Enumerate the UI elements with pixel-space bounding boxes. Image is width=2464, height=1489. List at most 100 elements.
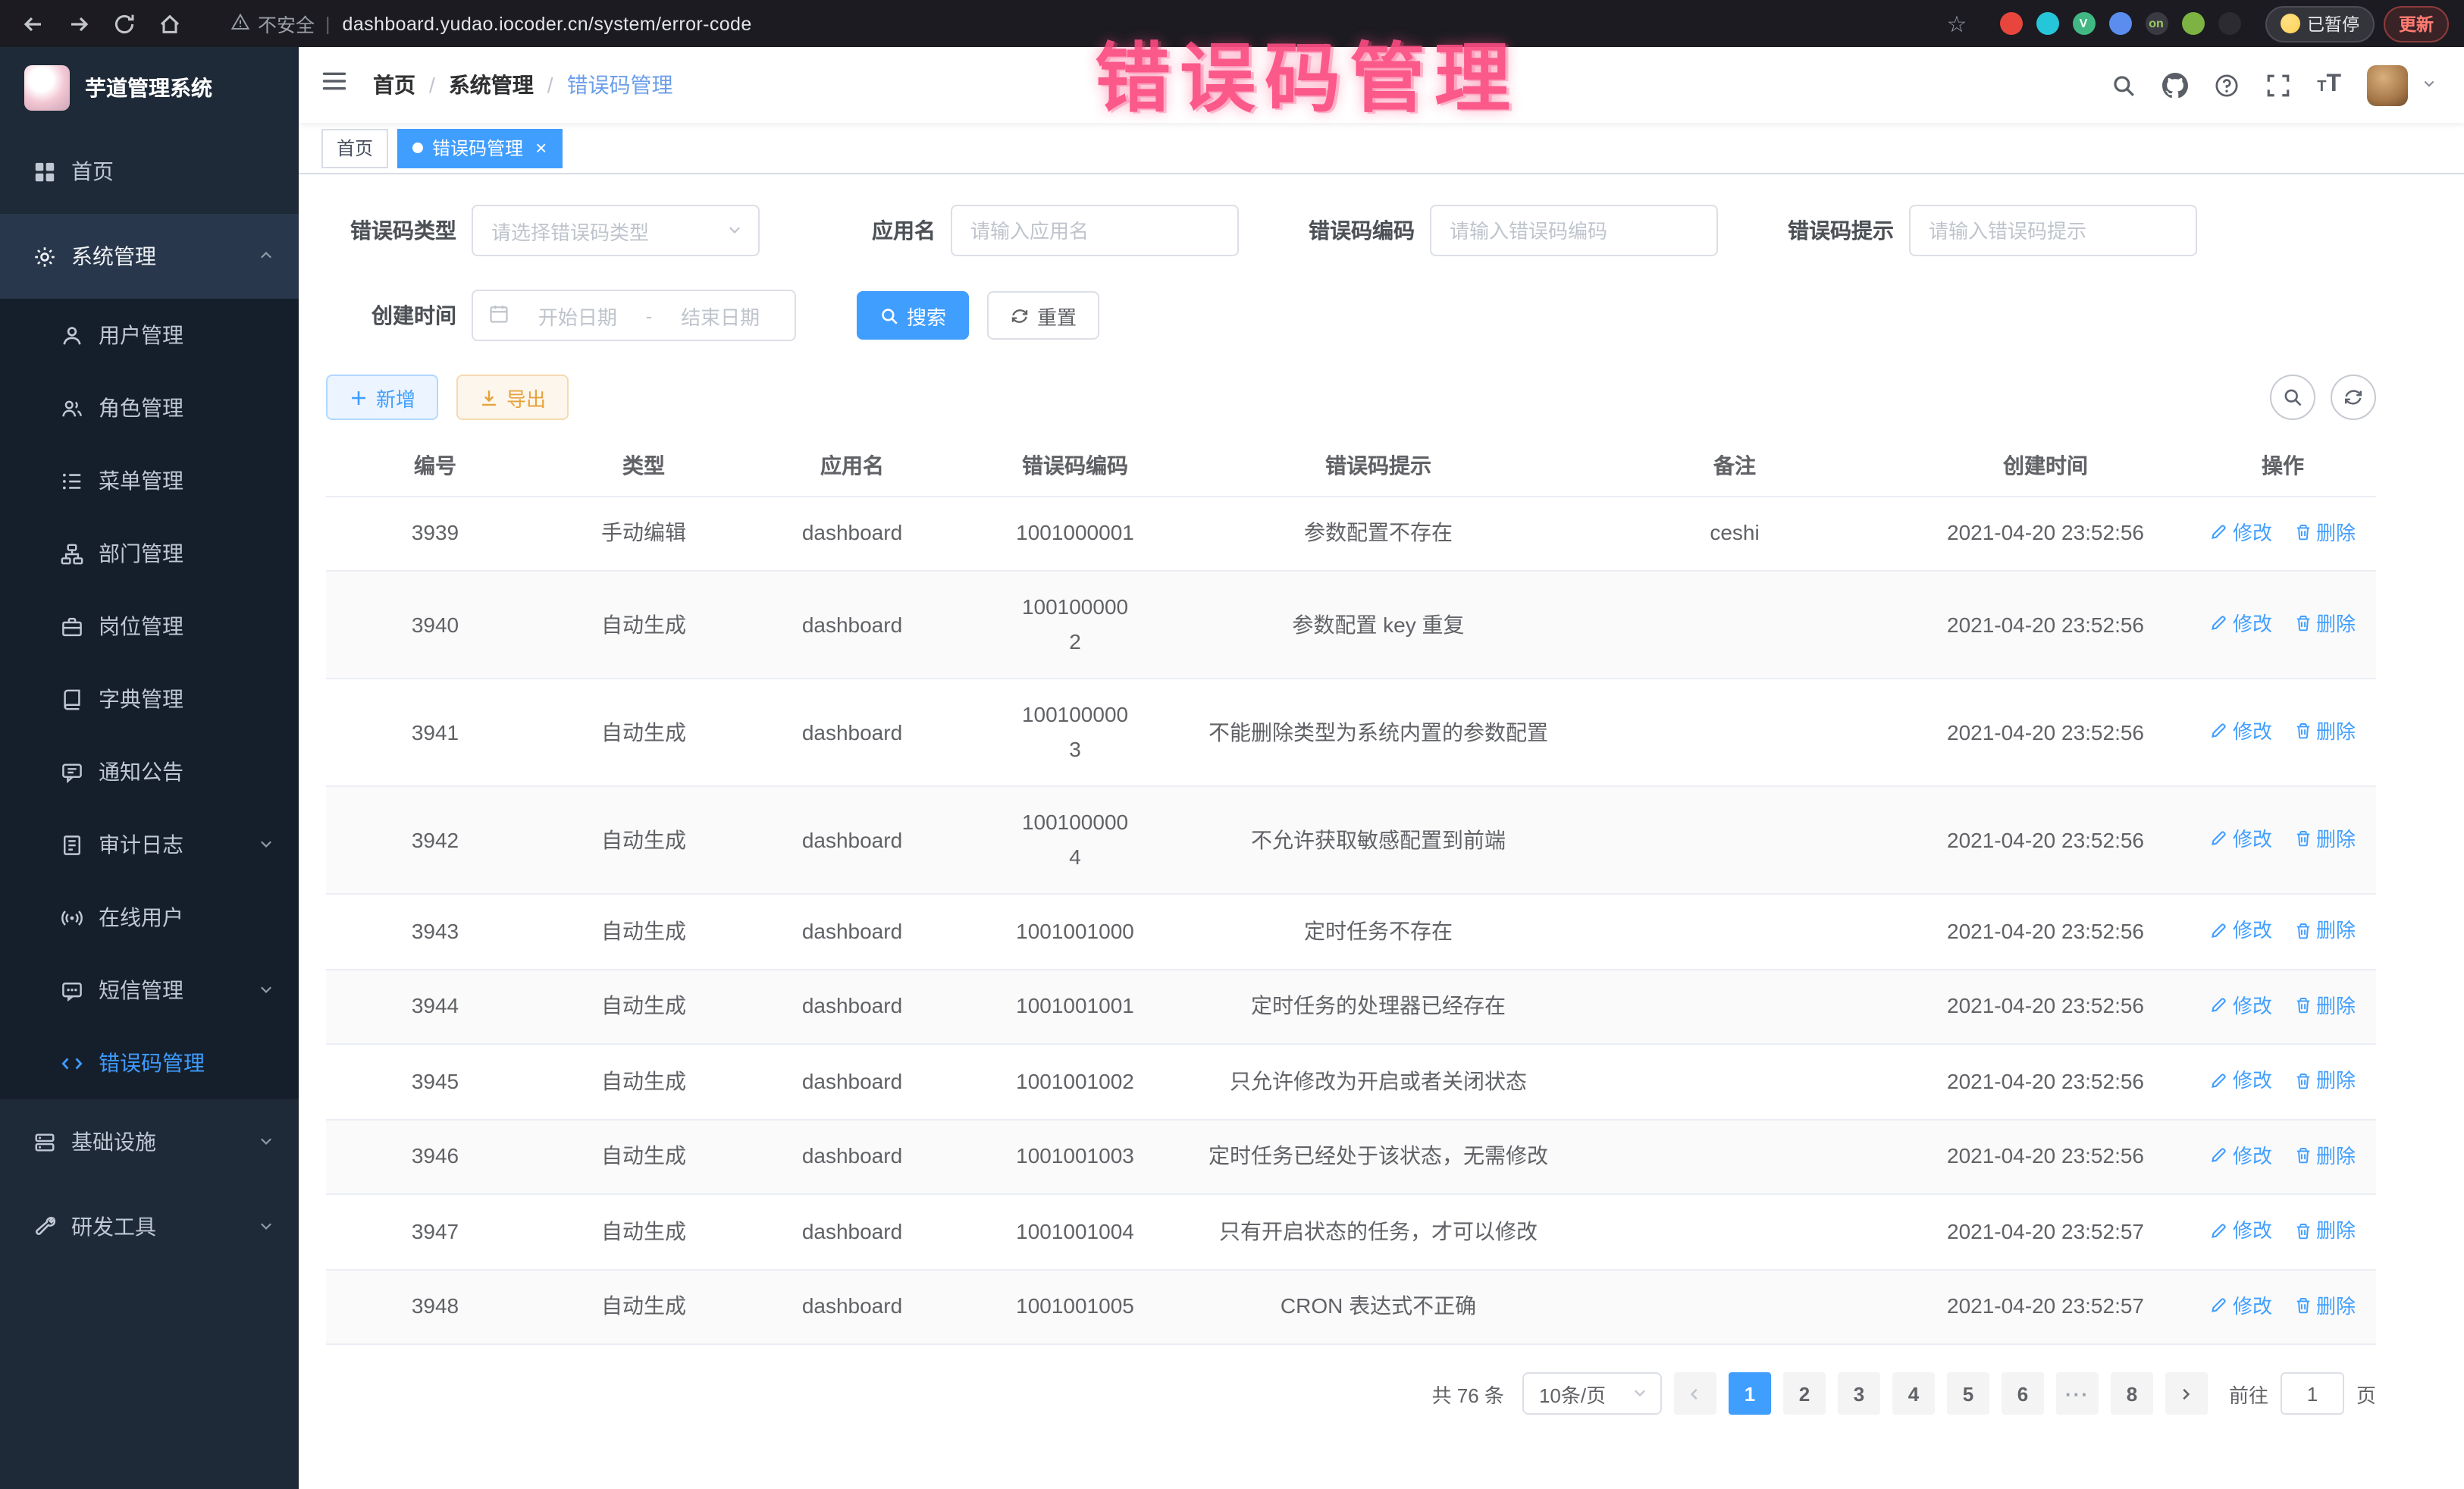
sidebar-item-label: 研发工具 xyxy=(71,1212,156,1242)
page-button-6[interactable]: 6 xyxy=(2002,1372,2044,1415)
close-icon[interactable]: × xyxy=(535,138,547,158)
edit-link[interactable]: 修改 xyxy=(2210,913,2272,948)
chevron-up-icon xyxy=(258,244,274,268)
page-button-2[interactable]: 2 xyxy=(1783,1372,1826,1415)
sidebar-item-6[interactable]: 岗位管理 xyxy=(0,590,299,663)
delete-link[interactable]: 删除 xyxy=(2293,1288,2356,1323)
forward-icon[interactable] xyxy=(61,5,97,42)
tab-error-code[interactable]: 错误码管理 × xyxy=(397,128,562,168)
delete-link[interactable]: 删除 xyxy=(2293,714,2356,749)
reset-button[interactable]: 重置 xyxy=(987,291,1099,340)
sidebar-item-12[interactable]: 错误码管理 xyxy=(0,1027,299,1099)
puzzle-extension-icon[interactable] xyxy=(2218,12,2240,35)
font-size-icon[interactable]: TT xyxy=(2317,71,2341,99)
delete-link[interactable]: 删除 xyxy=(2293,1138,2356,1173)
bookmark-star-icon[interactable]: ☆ xyxy=(1939,5,1975,42)
fullscreen-icon[interactable] xyxy=(2265,72,2291,98)
back-icon[interactable] xyxy=(15,5,52,42)
paused-badge[interactable]: 已暂停 xyxy=(2265,5,2375,42)
picker-extension-icon[interactable] xyxy=(2036,12,2058,35)
refresh-icon[interactable] xyxy=(2331,375,2376,420)
delete-link[interactable]: 删除 xyxy=(2293,822,2356,857)
delete-link[interactable]: 删除 xyxy=(2293,1063,2356,1098)
breadcrumb-home[interactable]: 首页 xyxy=(373,70,415,100)
prev-page-button[interactable] xyxy=(1674,1372,1716,1415)
edit-link[interactable]: 修改 xyxy=(2210,607,2272,641)
record-extension-icon[interactable] xyxy=(1999,12,2022,35)
add-button-label: 新增 xyxy=(376,383,415,412)
onetab-extension-icon[interactable]: on xyxy=(2145,12,2168,35)
sidebar-item-9[interactable]: 审计日志 xyxy=(0,808,299,881)
sidebar-item-14[interactable]: 研发工具 xyxy=(0,1184,299,1269)
search-icon[interactable] xyxy=(2111,72,2136,98)
breadcrumb-system[interactable]: 系统管理 xyxy=(449,70,534,100)
tab-home[interactable]: 首页 xyxy=(321,128,388,168)
toggle-search-icon[interactable] xyxy=(2270,375,2315,420)
edit xyxy=(2210,921,2228,939)
vue-devtools-extension-icon[interactable]: V xyxy=(2072,12,2095,35)
cell-code: 1001001005 xyxy=(961,1269,1189,1344)
delete-link[interactable]: 删除 xyxy=(2293,913,2356,948)
delete-link[interactable]: 删除 xyxy=(2293,515,2356,550)
page-button-4[interactable]: 4 xyxy=(1892,1372,1935,1415)
delete-link[interactable]: 删除 xyxy=(2293,988,2356,1023)
leaf-extension-icon[interactable] xyxy=(2181,12,2204,35)
reload-icon[interactable] xyxy=(106,5,143,42)
sidebar-item-2[interactable]: 用户管理 xyxy=(0,299,299,371)
next-page-button[interactable] xyxy=(2165,1372,2208,1415)
edit-link[interactable]: 修改 xyxy=(2210,515,2272,550)
edit-link[interactable]: 修改 xyxy=(2210,1138,2272,1173)
avatar[interactable] xyxy=(2367,64,2408,105)
delete-link[interactable]: 删除 xyxy=(2293,607,2356,641)
github-icon[interactable] xyxy=(2162,72,2188,98)
logo[interactable]: 芋道管理系统 xyxy=(0,47,299,129)
sidebar-item-7[interactable]: 字典管理 xyxy=(0,663,299,735)
export-button[interactable]: 导出 xyxy=(456,375,569,420)
sidebar-item-1[interactable]: 系统管理 xyxy=(0,214,299,299)
hamburger-icon[interactable] xyxy=(320,67,349,103)
error-code-input[interactable] xyxy=(1431,206,1716,255)
address-bar[interactable]: 不安全 | dashboard.yudao.iocoder.cn/system/… xyxy=(230,9,752,38)
export-button-label: 导出 xyxy=(506,383,546,412)
edit-link[interactable]: 修改 xyxy=(2210,1288,2272,1323)
page-button-8[interactable]: 8 xyxy=(2111,1372,2153,1415)
edit-link[interactable]: 修改 xyxy=(2210,1063,2272,1098)
column-header-3: 错误码编码 xyxy=(961,435,1189,496)
goto-page-input[interactable] xyxy=(2281,1372,2344,1415)
sidebar-item-13[interactable]: 基础设施 xyxy=(0,1099,299,1184)
search-button[interactable]: 搜索 xyxy=(857,291,969,340)
sidebar-item-label: 字典管理 xyxy=(99,684,183,714)
sidebar-item-3[interactable]: 角色管理 xyxy=(0,371,299,444)
edit-link[interactable]: 修改 xyxy=(2210,988,2272,1023)
delete-link[interactable]: 删除 xyxy=(2293,1213,2356,1248)
update-button[interactable]: 更新 xyxy=(2384,5,2449,42)
sidebar-item-4[interactable]: 菜单管理 xyxy=(0,444,299,517)
reset-button-label: 重置 xyxy=(1037,301,1077,330)
cell-id: 3945 xyxy=(326,1044,544,1119)
page-button-5[interactable]: 5 xyxy=(1947,1372,1989,1415)
sidebar-item-11[interactable]: 短信管理 xyxy=(0,954,299,1027)
sidebar-item-8[interactable]: 通知公告 xyxy=(0,735,299,808)
sidebar-item-0[interactable]: 首页 xyxy=(0,129,299,214)
home-icon[interactable] xyxy=(152,5,188,42)
edit-link[interactable]: 修改 xyxy=(2210,714,2272,749)
page-button-3[interactable]: 3 xyxy=(1838,1372,1880,1415)
date-range-picker[interactable]: 开始日期 - 结束日期 xyxy=(472,290,796,341)
page-ellipsis[interactable]: ··· xyxy=(2056,1372,2099,1415)
app-name-input[interactable] xyxy=(952,206,1237,255)
error-hint-input[interactable] xyxy=(1911,206,2196,255)
sidebar-item-10[interactable]: 在线用户 xyxy=(0,881,299,954)
edit-link[interactable]: 修改 xyxy=(2210,822,2272,857)
help-icon[interactable] xyxy=(2214,72,2240,98)
page-size-select[interactable]: 10条/页 xyxy=(1522,1372,1662,1415)
sidebar-item-5[interactable]: 部门管理 xyxy=(0,517,299,590)
sidebar-item-label: 菜单管理 xyxy=(99,466,183,496)
grid-extension-icon[interactable] xyxy=(2108,12,2131,35)
edit-link[interactable]: 修改 xyxy=(2210,1213,2272,1248)
breadcrumb: 首页 / 系统管理 / 错误码管理 xyxy=(373,70,673,100)
error-type-select[interactable]: 请选择错误码类型 xyxy=(472,205,760,256)
caret-down-icon[interactable] xyxy=(2422,71,2437,99)
page-button-1[interactable]: 1 xyxy=(1729,1372,1771,1415)
add-button[interactable]: 新增 xyxy=(326,375,438,420)
cell-actions: 修改删除 xyxy=(2190,894,2376,969)
